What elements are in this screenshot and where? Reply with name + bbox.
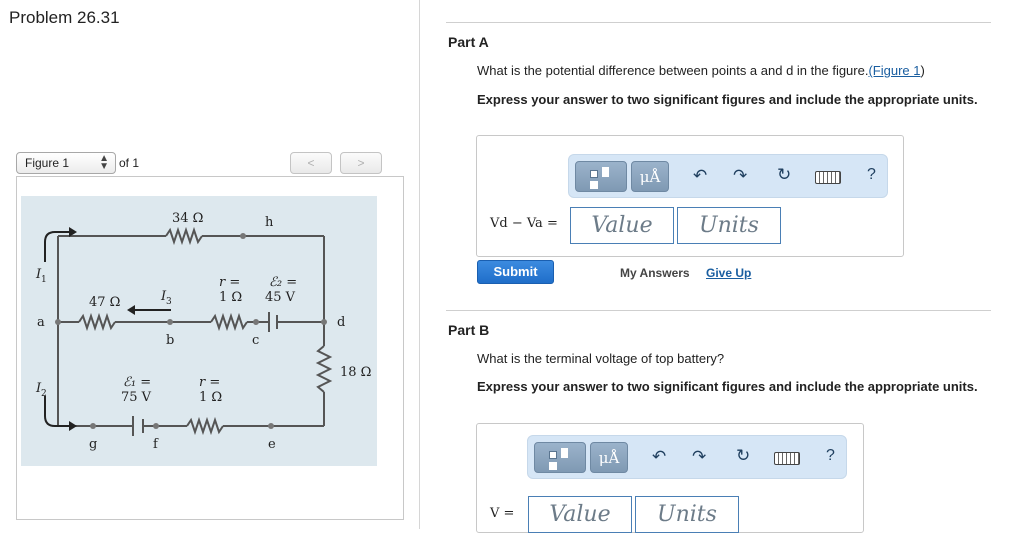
emf1-value: 75 V — [121, 390, 152, 405]
node-e-label: e — [268, 437, 276, 452]
value-input[interactable]: Value — [570, 207, 674, 244]
r-bot-label: r = — [199, 375, 220, 390]
figure-toolbar: Figure 1 ▲ ▼ of 1 < > — [16, 152, 404, 174]
emf1-label: ℰ₁ = — [123, 375, 151, 390]
part-a-heading: Part A — [448, 34, 489, 50]
redo-icon-b[interactable]: ↷ — [692, 447, 706, 467]
node-d-label: d — [337, 315, 345, 330]
template-icon-2 — [602, 167, 609, 177]
template-icon-b-2 — [561, 448, 568, 458]
node-c-label: c — [252, 333, 259, 348]
help-icon[interactable]: ? — [867, 166, 876, 184]
part-b-toolbar: μÅ ↶ ↷ ↻ ? — [527, 435, 847, 479]
part-a-question: What is the potential difference between… — [477, 63, 925, 78]
give-up-link[interactable]: Give Up — [706, 266, 751, 280]
template-icon-b-3 — [549, 462, 557, 470]
reset-icon[interactable]: ↻ — [777, 165, 791, 185]
node-b-label: b — [166, 333, 174, 348]
figure-link[interactable]: (Figure 1 — [868, 63, 920, 78]
r34-label: 34 Ω — [172, 211, 203, 226]
help-icon-b[interactable]: ? — [826, 447, 835, 465]
units-icon-b: μÅ — [598, 449, 620, 467]
submit-button[interactable]: Submit — [477, 260, 554, 284]
i1-sub: 1 — [41, 275, 47, 285]
emf2-value: 45 V — [265, 290, 296, 305]
part-a-answer-box: μÅ ↶ ↷ ↻ ? Vd − Va = Value Units — [476, 135, 904, 257]
template-icon-3 — [590, 181, 598, 189]
part-a-instruction: Express your answer to two significant f… — [477, 92, 978, 107]
r18-label: 18 Ω — [340, 365, 371, 380]
reset-icon-b[interactable]: ↻ — [736, 446, 750, 466]
keyboard-icon-b[interactable] — [774, 452, 800, 465]
updown-arrows-icon: ▲ ▼ — [99, 153, 109, 172]
node-a-label: a — [37, 315, 45, 330]
value-input-b[interactable]: Value — [528, 496, 632, 533]
template-icon — [590, 170, 598, 178]
divider — [446, 22, 991, 23]
i2-sub: 2 — [41, 389, 47, 399]
vd-va-label: Vd − Va = — [490, 216, 558, 231]
template-icon-b — [549, 451, 557, 459]
figure-count: of 1 — [119, 156, 140, 170]
r-top-label: r = — [219, 275, 240, 290]
undo-icon[interactable]: ↶ — [693, 166, 707, 186]
units-button[interactable]: μÅ — [631, 161, 669, 192]
i3-sub: 3 — [166, 297, 172, 307]
node-f-label: f — [153, 437, 159, 452]
part-b-instruction: Express your answer to two significant f… — [477, 379, 978, 394]
emf2-label: ℰ₂ = — [269, 275, 297, 290]
part-a-question-text: What is the potential difference between… — [477, 63, 869, 78]
figure-select-label: Figure 1 — [25, 156, 70, 170]
v-label: V = — [490, 506, 515, 521]
part-b-heading: Part B — [448, 322, 490, 338]
r-bot-value: 1 Ω — [199, 390, 222, 405]
part-a-question-end: ) — [920, 63, 925, 78]
node-g-label: g — [89, 437, 97, 452]
figure-panel: Problem 26.31 Figure 1 ▲ ▼ of 1 < > 34 Ω… — [0, 0, 420, 529]
keyboard-icon[interactable] — [815, 171, 841, 184]
template-button[interactable] — [575, 161, 627, 192]
r47-label: 47 Ω — [89, 295, 120, 310]
template-button-b[interactable] — [534, 442, 586, 473]
divider-b — [446, 310, 991, 311]
undo-icon-b[interactable]: ↶ — [652, 447, 666, 467]
units-button-b[interactable]: μÅ — [590, 442, 628, 473]
part-b-question: What is the terminal voltage of top batt… — [477, 351, 725, 366]
r-top-value: 1 Ω — [219, 290, 242, 305]
units-input[interactable]: Units — [677, 207, 781, 244]
circuit-figure: 34 Ω h I 1 47 Ω I 3 r = 1 Ω ℰ₂ = 45 V a … — [21, 196, 377, 466]
part-b-answer-box: μÅ ↶ ↷ ↻ ? V = Value Units — [476, 423, 864, 533]
part-a-toolbar: μÅ ↶ ↷ ↻ ? — [568, 154, 888, 198]
problem-title: Problem 26.31 — [9, 8, 120, 27]
prev-figure-button[interactable]: < — [290, 152, 332, 174]
units-input-b[interactable]: Units — [635, 496, 739, 533]
units-icon: μÅ — [639, 168, 661, 186]
next-figure-button[interactable]: > — [340, 152, 382, 174]
my-answers-link[interactable]: My Answers — [620, 266, 690, 280]
redo-icon[interactable]: ↷ — [733, 166, 747, 186]
figure-select[interactable]: Figure 1 ▲ ▼ — [16, 152, 116, 174]
node-h-label: h — [265, 215, 274, 230]
